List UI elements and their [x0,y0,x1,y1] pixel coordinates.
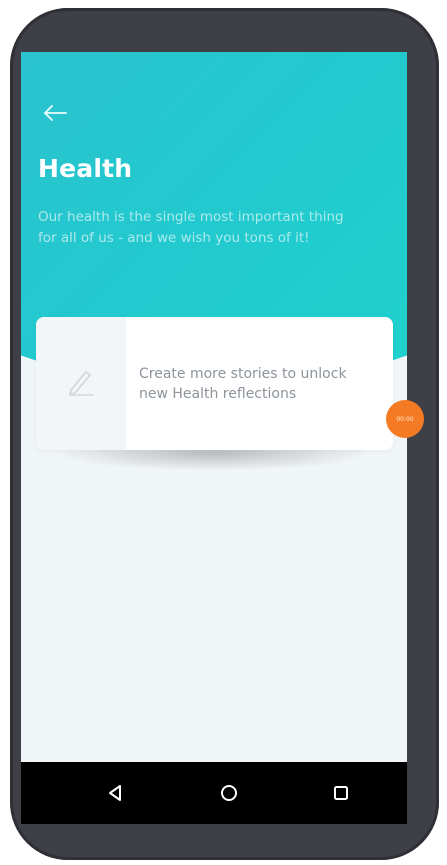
square-recents-icon[interactable] [329,781,353,805]
card-icon-panel [36,317,126,450]
android-navigation-bar [21,762,407,824]
app-screen: Health Our health is the single most imp… [21,52,407,762]
circle-home-icon[interactable] [217,781,241,805]
triangle-back-icon[interactable] [104,781,128,805]
back-arrow-icon[interactable] [42,102,70,124]
page-title: Health [38,154,133,183]
page-description: Our health is the single most important … [38,209,344,246]
pencil-icon [63,365,97,399]
reflection-card[interactable]: Create more stories to unlock new Health… [36,317,393,450]
reflection-message: Create more stories to unlock new Health… [139,366,347,402]
timer-badge[interactable]: 00:00 [386,400,424,438]
